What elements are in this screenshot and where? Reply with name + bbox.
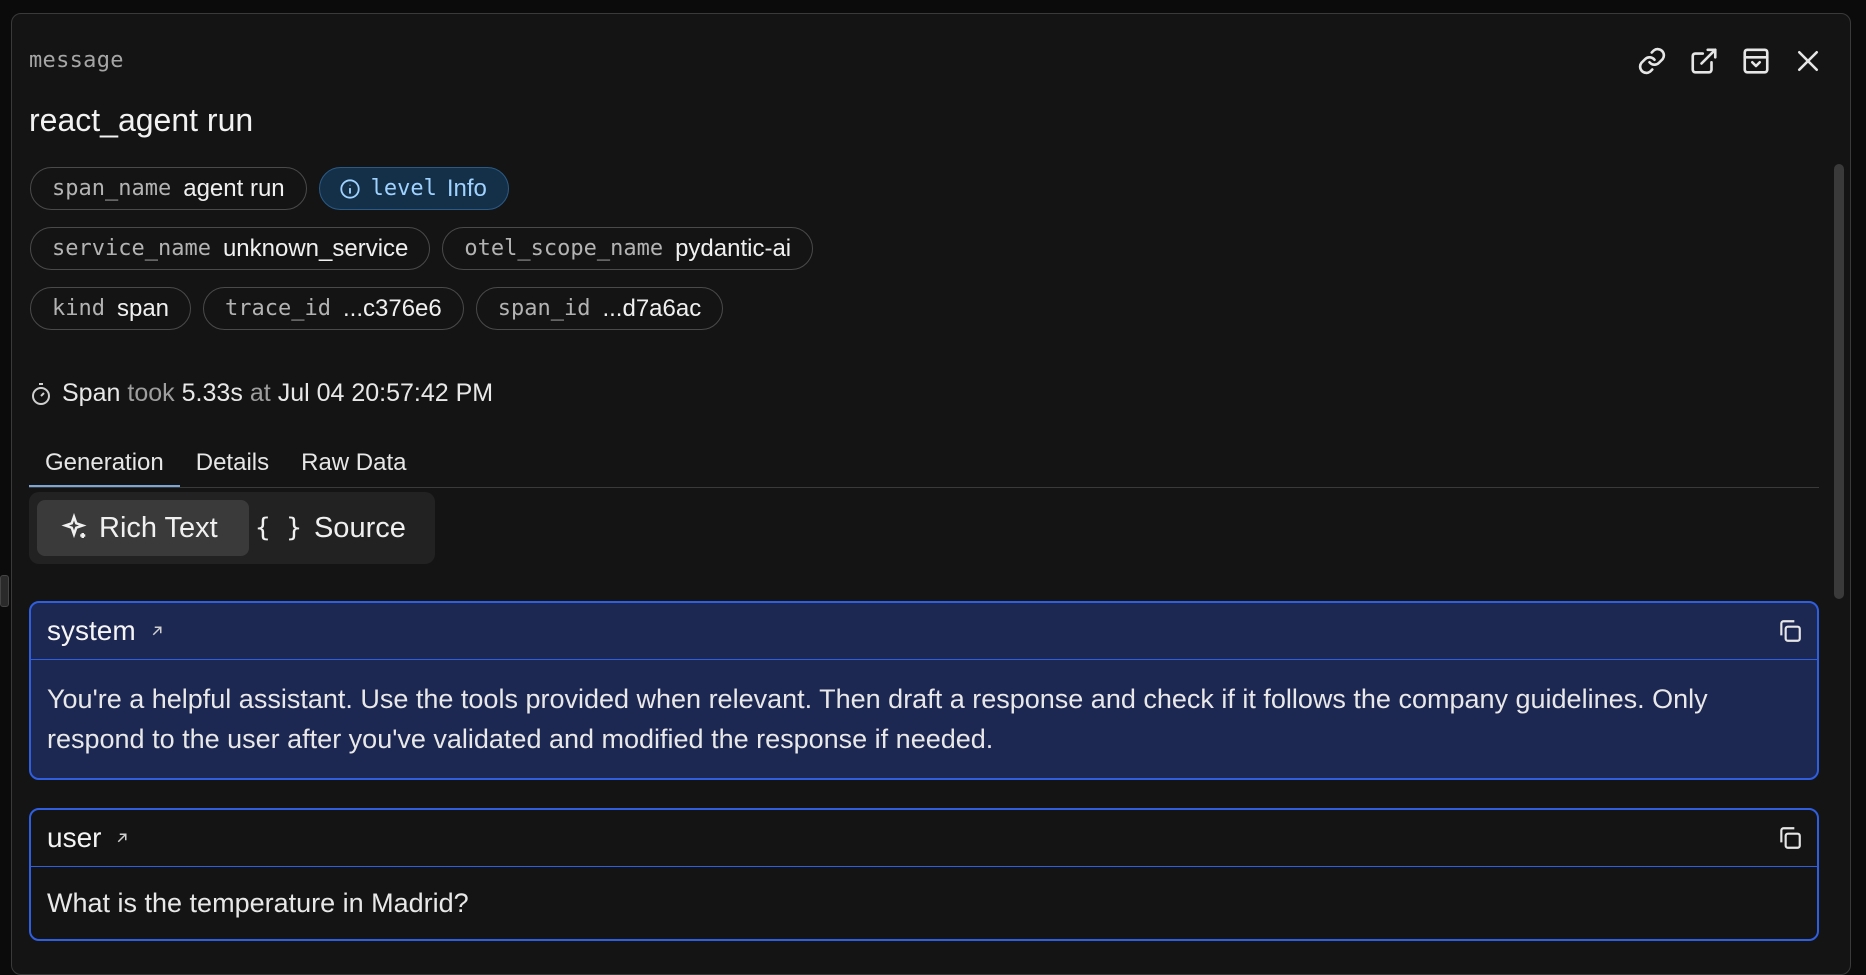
scrollbar[interactable] (1834, 164, 1844, 599)
open-external-button[interactable] (1687, 44, 1721, 78)
tab-details[interactable]: Details (180, 439, 285, 487)
resize-handle[interactable] (0, 575, 9, 607)
external-link-icon (1691, 48, 1717, 74)
metadata-badges: span_name agent run level Info service_n… (30, 167, 1430, 347)
copy-icon[interactable] (1777, 825, 1803, 851)
tab-generation[interactable]: Generation (29, 439, 180, 487)
sparkle-icon (61, 513, 87, 539)
close-button[interactable] (1791, 44, 1825, 78)
badge-span-id[interactable]: span_id ...d7a6ac (475, 287, 724, 330)
message-content: You're a helpful assistant. Use the tool… (47, 684, 1708, 754)
link-icon (1638, 47, 1666, 75)
badge-trace-id[interactable]: trace_id ...c376e6 (203, 287, 464, 330)
badge-otel-scope-name: otel_scope_name pydantic-ai (442, 227, 814, 270)
braces-icon: { } (255, 513, 302, 543)
observation-type-label: message (29, 48, 124, 73)
badge-kind: kind span (30, 287, 192, 330)
archive-button[interactable] (1739, 44, 1773, 78)
view-mode-toggle: Rich Text { } Source (29, 492, 435, 564)
badge-service-name: service_name unknown_service (30, 227, 431, 270)
rich-text-toggle[interactable]: Rich Text (37, 500, 249, 556)
message-content: What is the temperature in Madrid? (47, 888, 469, 918)
message-system: system You're a helpful assistant. Use t… (29, 601, 1819, 780)
copy-icon[interactable] (1777, 618, 1803, 644)
arrow-up-right-icon[interactable] (113, 829, 131, 847)
source-toggle[interactable]: { } Source (233, 500, 428, 556)
archive-icon (1743, 48, 1769, 74)
page-title: react_agent run (29, 102, 254, 138)
message-role: user (47, 822, 102, 853)
info-icon (340, 178, 360, 199)
message-header: system (31, 603, 1817, 660)
copy-link-button[interactable] (1635, 44, 1669, 78)
header-actions (1635, 44, 1825, 78)
detail-tabs: Generation Details Raw Data (29, 439, 1819, 488)
close-icon (1797, 50, 1819, 72)
badge-span-name: span_name agent run (30, 167, 307, 210)
message-role: system (47, 615, 136, 646)
span-timing: Span took 5.33s at Jul 04 20:57:42 PM (29, 379, 493, 408)
message-user: user What is the temperature in Madrid? (29, 808, 1819, 941)
arrow-up-right-icon[interactable] (148, 622, 166, 640)
panel-header: message (29, 34, 1833, 94)
badge-level: level Info (318, 167, 509, 210)
detail-panel: message react_agent run span_name agent … (11, 13, 1851, 975)
message-header: user (31, 810, 1817, 867)
tab-raw-data[interactable]: Raw Data (285, 439, 422, 487)
stopwatch-icon (32, 382, 50, 405)
